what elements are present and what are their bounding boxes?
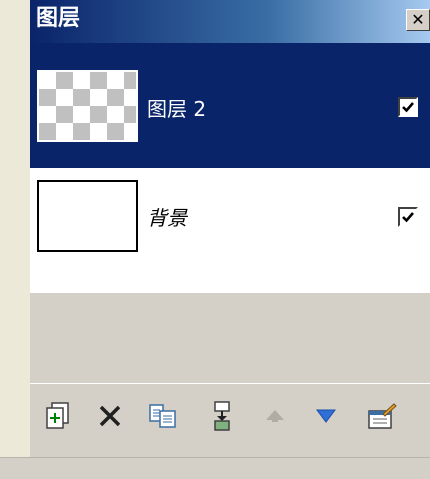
duplicate-icon [149, 404, 176, 428]
delete-layer-button[interactable] [94, 400, 126, 432]
layers-panel: 图层 ✕ 图层 2 背景 [30, 0, 430, 457]
properties-icon [368, 403, 397, 429]
close-button[interactable]: ✕ [406, 9, 430, 31]
new-layer-button[interactable] [42, 400, 74, 432]
layer-list: 图层 2 背景 [30, 43, 430, 293]
merge-down-button[interactable] [206, 400, 238, 432]
move-layer-up-button[interactable] [259, 400, 291, 432]
layer-visibility-checkbox[interactable] [398, 207, 418, 227]
layer-thumbnail [37, 70, 138, 142]
layer-row[interactable]: 图层 2 [30, 43, 430, 168]
layer-row[interactable]: 背景 [30, 168, 430, 293]
duplicate-layer-button[interactable] [147, 400, 179, 432]
arrow-down-icon [316, 409, 336, 423]
checkmark-icon [402, 212, 414, 223]
move-layer-down-button[interactable] [310, 400, 342, 432]
new-layer-icon [46, 402, 69, 429]
window-left-edge [0, 0, 30, 478]
checkmark-icon [402, 102, 414, 113]
panel-title: 图层 [36, 6, 81, 31]
panel-titlebar[interactable]: 图层 ✕ [30, 0, 430, 43]
status-strip [0, 457, 430, 479]
arrow-up-icon [266, 410, 284, 422]
layer-name: 图层 2 [147, 97, 207, 121]
layer-list-empty-area [30, 293, 430, 383]
layer-name: 背景 [147, 206, 187, 230]
delete-icon [99, 405, 121, 427]
merge-down-icon [214, 401, 230, 431]
layer-properties-button[interactable] [366, 400, 398, 432]
close-icon: ✕ [411, 10, 425, 29]
layer-thumbnail [37, 180, 138, 252]
layer-visibility-checkbox[interactable] [398, 97, 418, 117]
layer-toolbar [30, 383, 430, 450]
